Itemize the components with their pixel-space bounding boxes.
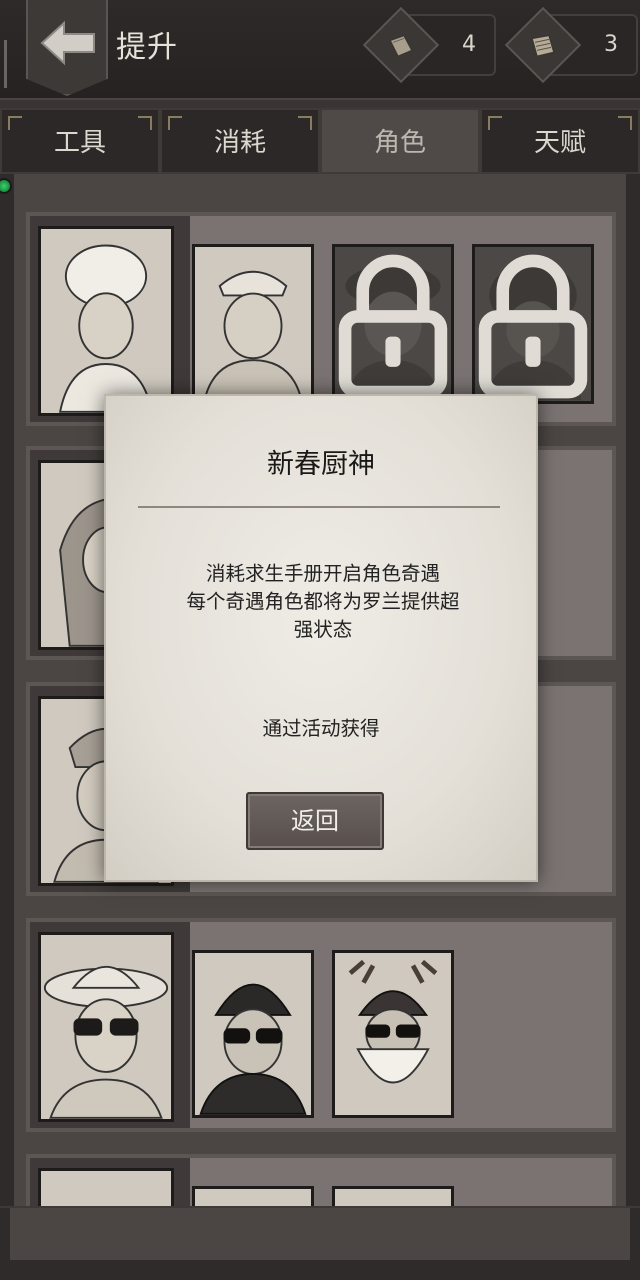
tab-corner-ornament bbox=[138, 116, 152, 130]
scroll-icon bbox=[531, 34, 555, 58]
character-card-sunglasses[interactable] bbox=[26, 918, 616, 1132]
tab-characters[interactable]: 角色 bbox=[320, 108, 480, 174]
chef-sketch-icon bbox=[58, 244, 154, 413]
santa-sketch-icon bbox=[348, 959, 438, 1084]
chef-variant-portrait[interactable] bbox=[192, 244, 314, 404]
tab-corner-ornament bbox=[8, 116, 22, 130]
tab-corner-ornament bbox=[298, 116, 312, 130]
santa-portrait[interactable] bbox=[332, 950, 454, 1118]
sunhat-sketch-icon bbox=[43, 965, 169, 1119]
category-tabs: 工具 消耗 角色 天赋 bbox=[0, 104, 640, 174]
manual-resource-counter: 4 bbox=[362, 6, 496, 84]
character-info-dialog: 新春厨神 消耗求生手册开启角色奇遇 每个奇遇角色都将为罗兰提供超 强状态 通过活… bbox=[104, 394, 538, 882]
locked-character-slot[interactable] bbox=[472, 244, 594, 404]
bottom-frame bbox=[0, 1206, 640, 1280]
beanie-sketch-icon bbox=[199, 983, 307, 1115]
left-frame bbox=[0, 174, 14, 1206]
lock-icon bbox=[338, 254, 448, 399]
tab-corner-ornament bbox=[488, 116, 502, 130]
tab-label: 消耗 bbox=[213, 128, 266, 158]
dialog-title: 新春厨神 bbox=[267, 449, 375, 480]
tab-consumables[interactable]: 消耗 bbox=[160, 108, 320, 174]
acquisition-source: 通过活动获得 bbox=[262, 717, 380, 740]
back-arrow-icon bbox=[40, 20, 95, 66]
tab-label: 天赋 bbox=[533, 128, 586, 158]
description-line: 每个奇遇角色都将为罗兰提供超 bbox=[186, 590, 460, 613]
manual-book-icon bbox=[388, 34, 414, 58]
tab-corner-ornament bbox=[168, 116, 182, 130]
tab-corner-ornament bbox=[618, 116, 632, 130]
chef-portrait[interactable] bbox=[38, 226, 174, 416]
tab-label: 角色 bbox=[373, 128, 426, 158]
scroll-resource-counter: 3 bbox=[504, 6, 638, 84]
lock-icon bbox=[478, 254, 588, 399]
tab-label: 工具 bbox=[53, 128, 106, 158]
scroll-resource-frame bbox=[504, 6, 582, 84]
description-line: 消耗求生手册开启角色奇遇 bbox=[205, 562, 440, 585]
tab-tools[interactable]: 工具 bbox=[0, 108, 160, 174]
page-title: 提升 bbox=[116, 30, 178, 65]
manual-count: 4 bbox=[462, 32, 476, 57]
bottom-panel bbox=[10, 1208, 630, 1260]
dialog-description: 消耗求生手册开启角色奇遇 每个奇遇角色都将为罗兰提供超 强状态 bbox=[166, 560, 480, 644]
back-button[interactable] bbox=[26, 0, 108, 96]
manual-resource-frame bbox=[362, 6, 440, 84]
tab-talents[interactable]: 天赋 bbox=[480, 108, 640, 174]
return-button[interactable]: 返回 bbox=[246, 792, 384, 850]
dialog-divider bbox=[138, 506, 500, 508]
cook-sketch-icon bbox=[203, 270, 303, 401]
beanie-portrait[interactable] bbox=[192, 950, 314, 1118]
scroll-count: 3 bbox=[604, 32, 618, 57]
edge-marker bbox=[4, 40, 7, 88]
sunhat-portrait[interactable] bbox=[38, 932, 174, 1122]
top-bar: 提升 4 3 bbox=[0, 0, 640, 100]
right-frame bbox=[626, 174, 640, 1206]
locked-character-slot[interactable] bbox=[332, 244, 454, 404]
description-line: 强状态 bbox=[293, 618, 353, 641]
